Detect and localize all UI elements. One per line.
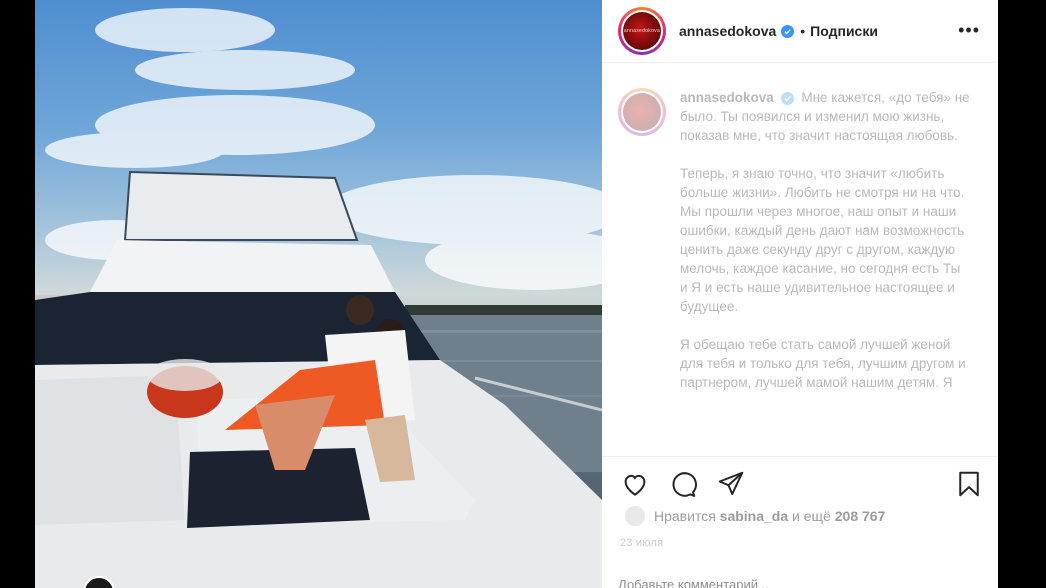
author-avatar[interactable]: annasedokova bbox=[618, 7, 666, 55]
heart-icon[interactable] bbox=[620, 469, 650, 499]
liker-username[interactable]: sabina_da bbox=[720, 508, 788, 524]
likes-middle: и ещё bbox=[792, 508, 831, 524]
caption-avatar[interactable] bbox=[618, 88, 666, 136]
post-date[interactable]: 23 июля bbox=[620, 537, 663, 549]
share-icon[interactable] bbox=[716, 469, 746, 499]
more-icon[interactable]: ••• bbox=[958, 20, 980, 41]
post-side-panel: annasedokova annasedokova • Подписки •••… bbox=[602, 0, 998, 588]
yacht-photo-illustration bbox=[35, 8, 602, 588]
avatar-label: annasedokova bbox=[623, 28, 661, 34]
caption-paragraph-2: Теперь, я знаю точно, что значит «любить… bbox=[680, 166, 965, 314]
post-header: annasedokova annasedokova • Подписки ••• bbox=[602, 0, 998, 63]
author-username[interactable]: annasedokova bbox=[679, 23, 776, 39]
verified-badge-icon bbox=[781, 24, 795, 38]
comment-icon[interactable] bbox=[668, 469, 698, 499]
likes-count[interactable]: 208 767 bbox=[835, 508, 886, 524]
caption-paragraph-3: Я обещаю тебе стать самой лучшей женой д… bbox=[680, 337, 966, 390]
comment-input[interactable]: Добавьте комментарий... bbox=[618, 577, 769, 588]
post-photo[interactable]: • bbox=[35, 0, 602, 588]
caption-text: annasedokova Мне кажется, «до тебя» не б… bbox=[680, 88, 970, 411]
verified-badge-icon bbox=[780, 92, 794, 105]
post-actions: Нравится sabina_da и ещё 208 767 23 июля… bbox=[602, 456, 998, 588]
likes-summary: Нравится sabina_da и ещё 208 767 bbox=[624, 505, 885, 527]
likes-prefix: Нравится bbox=[654, 508, 716, 524]
bookmark-icon[interactable] bbox=[954, 469, 984, 499]
separator-dot: • bbox=[800, 23, 806, 39]
caption-username[interactable]: annasedokova bbox=[680, 90, 774, 105]
background-margin bbox=[998, 0, 1046, 588]
caption-scroll-area[interactable]: annasedokova Мне кажется, «до тебя» не б… bbox=[602, 64, 998, 456]
liker-avatar[interactable] bbox=[624, 505, 646, 527]
follow-button[interactable]: Подписки bbox=[810, 23, 878, 39]
avatar-image: annasedokova bbox=[623, 12, 661, 50]
caption: annasedokova Мне кажется, «до тебя» не б… bbox=[618, 88, 974, 411]
